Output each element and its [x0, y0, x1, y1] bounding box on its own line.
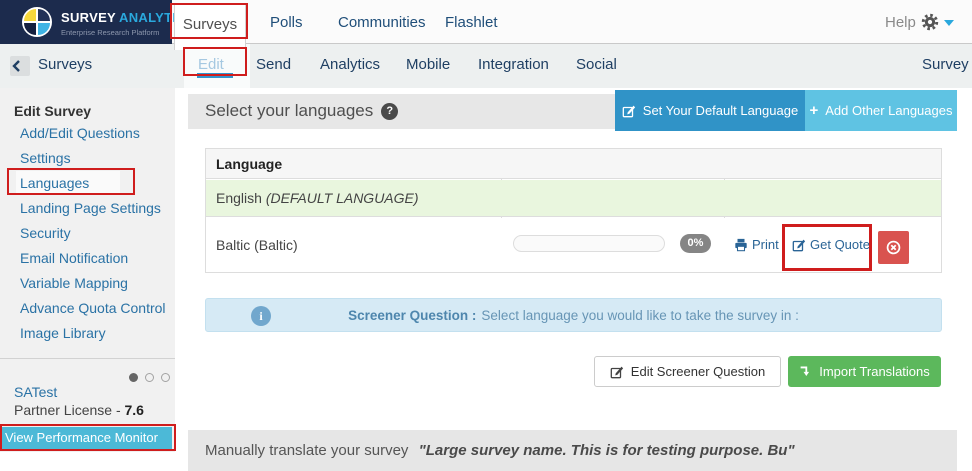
edit-screener-question-button[interactable]: Edit Screener Question — [594, 356, 781, 387]
sidebar-divider — [0, 358, 175, 359]
plus-icon: + — [809, 102, 819, 119]
table-row-default-language: English (DEFAULT LANGUAGE) — [206, 180, 941, 217]
license-version: 7.6 — [124, 402, 144, 418]
pencil-square-icon — [610, 366, 623, 378]
subtab-send[interactable]: Send — [256, 56, 291, 73]
sidebar-item-image-library[interactable]: Image Library — [20, 325, 106, 341]
get-quote-link[interactable]: Get Quote — [792, 237, 870, 252]
sidebar-item-add-edit-questions[interactable]: Add/Edit Questions — [20, 125, 140, 141]
page-title: Select your languages ? — [205, 101, 399, 121]
subtab-social[interactable]: Social — [576, 56, 617, 73]
sidebar-item-security[interactable]: Security — [20, 225, 71, 241]
languages-table: Language English (DEFAULT LANGUAGE) Balt… — [205, 148, 942, 273]
license-info: Partner License - 7.6 — [14, 402, 144, 418]
sidebar-item-settings[interactable]: Settings — [20, 150, 71, 166]
app-logo[interactable]: SURVEY ANALYTICS Enterprise Research Plat… — [0, 0, 195, 44]
print-link[interactable]: Print — [734, 237, 779, 252]
subtab-analytics[interactable]: Analytics — [320, 56, 380, 73]
gear-icon[interactable] — [921, 13, 939, 31]
subnav-survey-label[interactable]: Survey — [922, 56, 969, 73]
tab-flashlet[interactable]: Flashlet — [445, 14, 498, 31]
import-translations-button[interactable]: Import Translations — [788, 356, 941, 387]
question-circle-icon[interactable]: ? — [381, 102, 399, 120]
subtab-integration[interactable]: Integration — [478, 56, 549, 73]
logo-icon — [22, 7, 52, 37]
back-button[interactable] — [10, 56, 30, 76]
pager-dot-3[interactable] — [161, 373, 170, 382]
default-language-tag: (DEFAULT LANGUAGE) — [265, 190, 419, 206]
sidebar-item-email-notification[interactable]: Email Notification — [20, 250, 128, 266]
survey-name-text: "Large survey name. This is for testing … — [418, 442, 795, 459]
pager-dot-2[interactable] — [145, 373, 154, 382]
tab-polls[interactable]: Polls — [270, 14, 303, 31]
pager-dot-1[interactable] — [129, 373, 138, 382]
pencil-square-icon — [622, 105, 635, 117]
sidebar-heading: Edit Survey — [14, 103, 92, 119]
printer-icon — [735, 238, 747, 251]
screener-question-infobar: i Screener Question : Select language yo… — [205, 298, 942, 332]
pencil-square-icon — [792, 239, 806, 251]
sidebar-item-landing-page-settings[interactable]: Landing Page Settings — [20, 200, 161, 216]
add-other-languages-button[interactable]: + Add Other Languages — [805, 90, 957, 131]
sidebar-item-variable-mapping[interactable]: Variable Mapping — [20, 275, 128, 291]
circled-x-icon — [886, 240, 901, 255]
tab-communities[interactable]: Communities — [338, 14, 426, 31]
translation-progress-bar — [513, 235, 665, 252]
delete-language-button[interactable] — [878, 231, 909, 264]
app-window: SURVEY ANALYTICS Enterprise Research Plat… — [0, 0, 972, 471]
sidebar-item-advance-quota-control[interactable]: Advance Quota Control — [20, 300, 166, 316]
view-performance-monitor-link[interactable]: View Performance Monitor — [0, 427, 172, 449]
subtab-mobile[interactable]: Mobile — [406, 56, 450, 73]
account-link[interactable]: SATest — [14, 384, 57, 400]
manual-translate-bar: Manually translate your survey "Large su… — [188, 430, 957, 471]
sidebar-item-languages[interactable]: Languages — [20, 175, 89, 191]
progress-percent-badge: 0% — [680, 234, 711, 253]
level-down-arrow-icon — [800, 366, 810, 376]
tab-surveys[interactable]: Surveys — [174, 4, 246, 50]
top-navbar: SURVEY ANALYTICS Enterprise Research Plat… — [0, 0, 972, 50]
subtab-edit[interactable]: Edit — [198, 56, 224, 73]
column-header-language: Language — [206, 149, 941, 179]
active-tab-underline — [197, 73, 233, 78]
help-link[interactable]: Help — [885, 14, 916, 31]
breadcrumb-surveys[interactable]: Surveys — [38, 56, 92, 73]
chevron-left-icon — [12, 60, 20, 72]
brand-name-survey: SURVEY — [61, 10, 117, 25]
set-default-language-button[interactable]: Set Your Default Language — [615, 90, 805, 131]
info-circle-icon: i — [251, 306, 271, 326]
account-menu-caret-icon[interactable] — [944, 20, 954, 26]
